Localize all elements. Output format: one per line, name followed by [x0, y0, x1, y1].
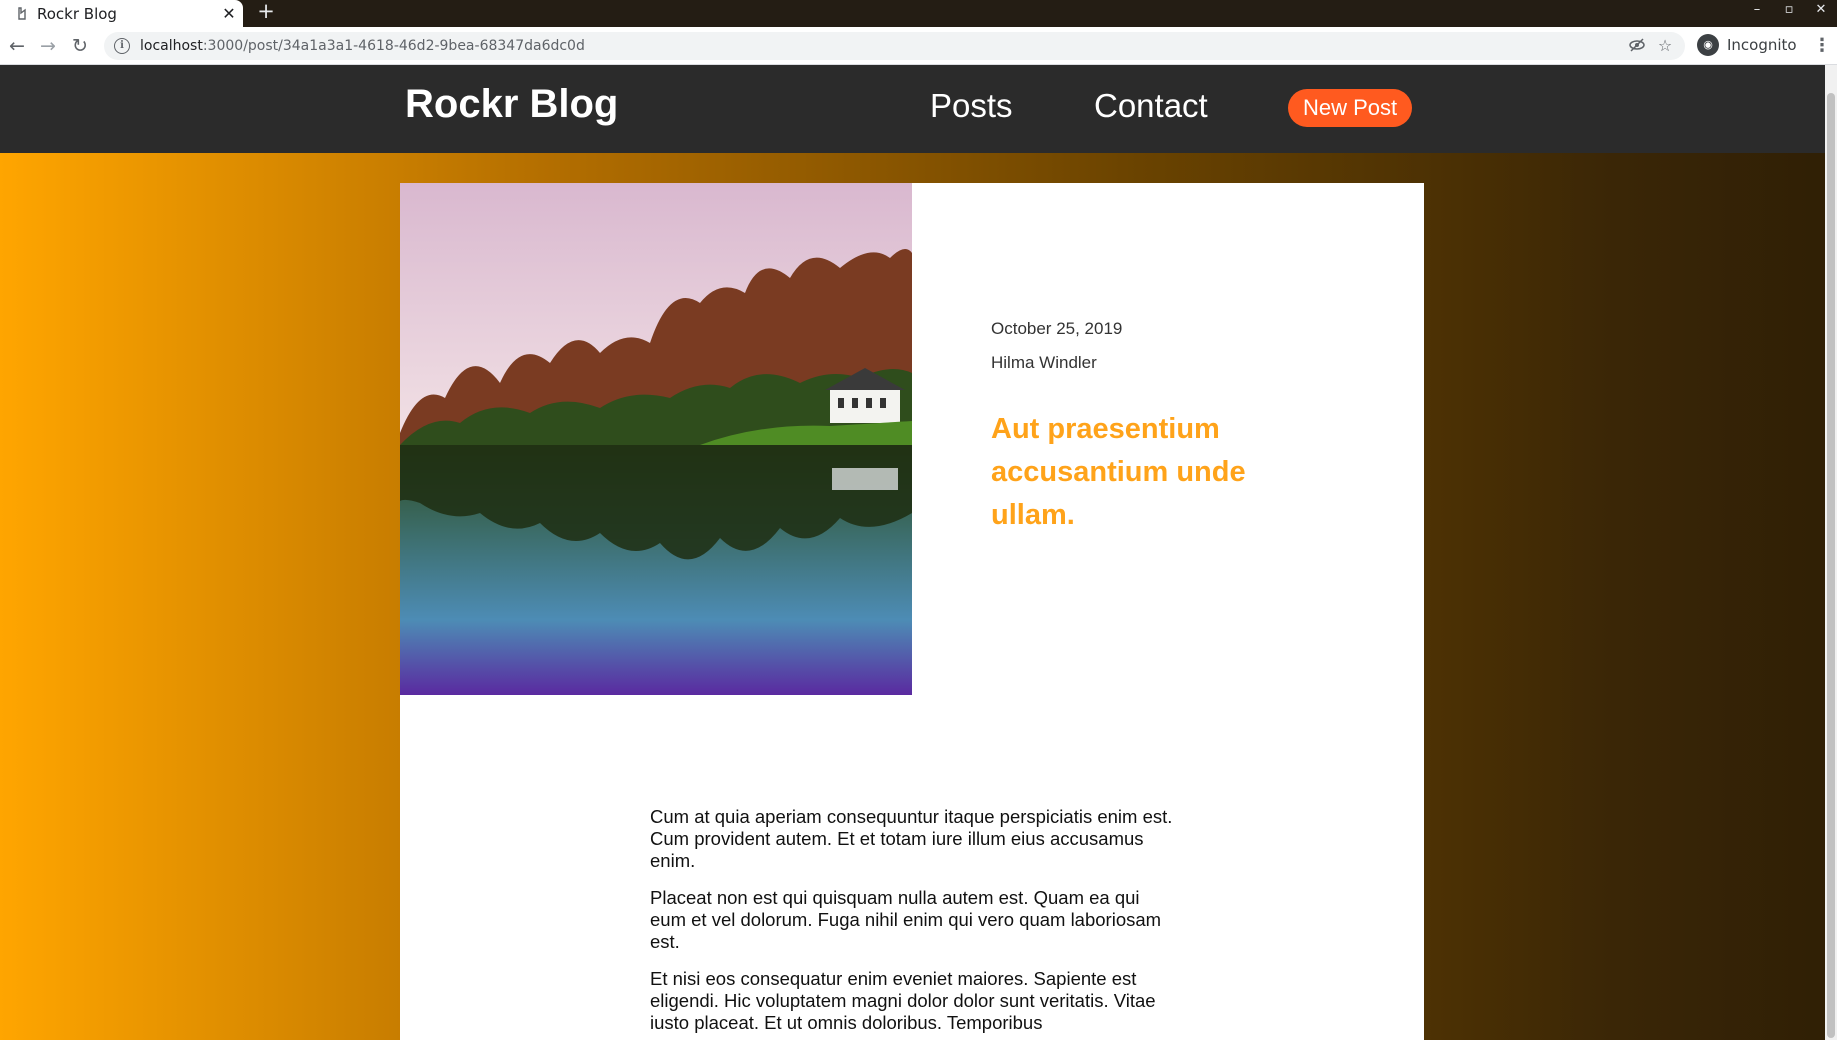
post-paragraph: Et nisi eos consequatur enim eveniet mai…: [650, 968, 1156, 1033]
post-paragraph: Cum at quia aperiam consequuntur itaque …: [650, 806, 1173, 871]
page-viewport: Rockr Blog Posts Contact New Post Octobe…: [0, 65, 1837, 1040]
post-body: Cum at quia aperiam consequuntur itaque …: [650, 806, 1180, 1040]
browser-tab[interactable]: Rockr Blog ✕: [0, 0, 243, 27]
lake-landscape-image: [400, 183, 912, 695]
post-card: October 25, 2019 Hilma Windler Aut praes…: [400, 183, 1424, 1040]
post-paragraph: Placeat non est qui quisquam nulla autem…: [650, 887, 1162, 952]
address-bar[interactable]: i localhost:3000/post/34a1a3a1-4618-46d2…: [104, 32, 1685, 60]
back-arrow-icon[interactable]: ←: [5, 34, 29, 58]
tab-title: Rockr Blog: [37, 4, 117, 23]
address-url[interactable]: localhost:3000/post/34a1a3a1-4618-46d2-9…: [140, 38, 585, 54]
post-hero-image: [400, 183, 912, 695]
nav-link-posts[interactable]: Posts: [930, 87, 1013, 125]
scrollbar-thumb[interactable]: [1827, 93, 1835, 1038]
incognito-profile[interactable]: ◉ Incognito: [1697, 34, 1797, 56]
site-header: Rockr Blog Posts Contact New Post: [0, 65, 1825, 153]
page-favicon-icon: [18, 6, 26, 20]
new-tab-button[interactable]: +: [255, 0, 277, 22]
new-post-button[interactable]: New Post: [1288, 89, 1413, 127]
profile-label: Incognito: [1727, 36, 1797, 54]
window-controls: – ▫ ✕: [1741, 0, 1837, 22]
bookmark-star-icon[interactable]: ☆: [1655, 36, 1675, 56]
post-author: Hilma Windler: [991, 353, 1097, 372]
window-close-icon[interactable]: ✕: [1805, 0, 1837, 22]
browser-toolbar: ← → ↻ i localhost:3000/post/34a1a3a1-461…: [0, 27, 1837, 65]
browser-menu-icon[interactable]: ⋮: [1813, 34, 1831, 58]
nav-link-contact[interactable]: Contact: [1094, 87, 1208, 125]
browser-tabstrip: Rockr Blog ✕ + – ▫ ✕: [0, 0, 1837, 27]
tab-close-icon[interactable]: ✕: [215, 4, 243, 23]
post-title: Aut praesentium accusantium unde ullam.: [991, 413, 1246, 531]
eye-slash-icon[interactable]: [1627, 36, 1647, 56]
url-host: localhost: [140, 38, 203, 54]
incognito-icon: ◉: [1697, 34, 1719, 56]
post-date: October 25, 2019: [991, 319, 1123, 338]
minimize-icon[interactable]: –: [1741, 0, 1773, 22]
restore-icon[interactable]: ▫: [1773, 0, 1805, 22]
reload-icon[interactable]: ↻: [68, 34, 92, 58]
site-logo[interactable]: Rockr Blog: [405, 82, 618, 127]
url-path: :3000/post/34a1a3a1-4618-46d2-9bea-68347…: [202, 38, 585, 54]
page-scrollbar[interactable]: [1825, 65, 1837, 1040]
site-info-icon[interactable]: i: [114, 38, 130, 54]
forward-arrow-icon[interactable]: →: [36, 34, 60, 58]
